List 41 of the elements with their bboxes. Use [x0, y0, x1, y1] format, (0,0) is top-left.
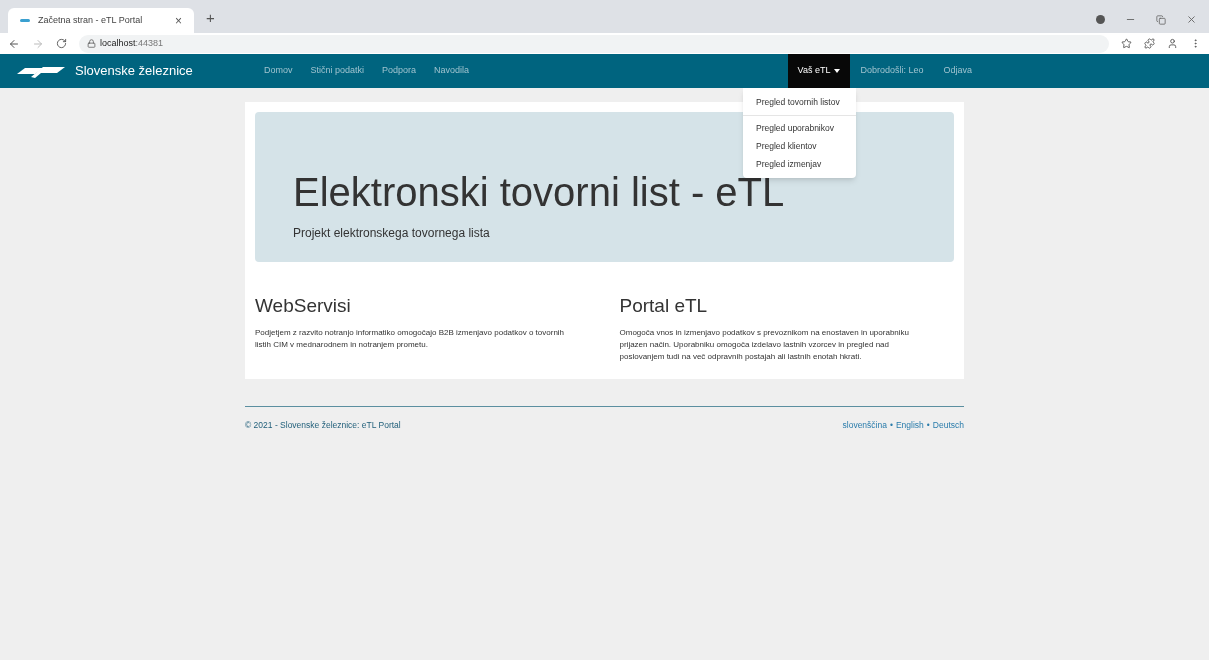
nav-link[interactable]: Domov	[264, 64, 293, 78]
section-heading: Portal eTL	[619, 294, 709, 318]
url-text: localhost:44381	[100, 36, 164, 50]
language-link[interactable]: English	[895, 418, 924, 432]
bookmark-icon[interactable]	[1121, 38, 1132, 49]
copyright-text: © 2021 - Slovenske železnice: eTL Portal	[245, 418, 401, 432]
page-title: Elektronski tovorni list - eTL	[293, 172, 785, 212]
restore-icon[interactable]	[1156, 14, 1166, 25]
nav-link[interactable]: Dobrodošli: Leo	[850, 54, 934, 88]
language-link[interactable]: slovenščina	[842, 418, 887, 432]
dropdown-item[interactable]: Pregled klientov	[743, 137, 856, 156]
nav-link[interactable]: Odjava	[933, 54, 982, 88]
caret-icon	[834, 69, 841, 73]
nav-link[interactable]: Podpora	[382, 64, 417, 78]
section-text: Podjetjem z razvito notranjo informatiko omogočajo B2B izmenjavo podatkov o tovornih listih CIM v mednarodnem in notranjem prometu.	[255, 326, 566, 351]
dropdown-item[interactable]: Pregled uporabnikov	[743, 119, 856, 138]
nav-link[interactable]: Stični podatki	[310, 64, 365, 78]
dropdown-item[interactable]: Pregled izmenjav	[743, 155, 856, 173]
dropdown-item[interactable]: Pregled tovornih listov	[743, 93, 856, 111]
close-icon[interactable]	[1186, 14, 1197, 25]
nav-link[interactable]: Navodila	[434, 64, 470, 78]
brand-name[interactable]: Slovenske železnice	[75, 61, 193, 81]
logo-icon	[17, 64, 67, 78]
reload-icon[interactable]	[56, 38, 67, 49]
address-bar[interactable]: localhost:44381	[79, 34, 1109, 53]
profile-icon[interactable]	[1167, 38, 1178, 49]
new-tab-button[interactable]: +	[206, 6, 215, 29]
separator-dot: •	[926, 418, 930, 432]
page-subtitle: Projekt elektronskega tovornega lista	[293, 225, 490, 242]
tab-favicon-icon	[20, 19, 30, 22]
tab-title: Začetna stran - eTL Portal	[38, 13, 144, 27]
section-heading: WebServisi	[255, 294, 352, 318]
tab-close-button[interactable]: ×	[175, 11, 182, 30]
lock-icon	[87, 39, 96, 48]
dropdown-toggle[interactable]: Vaš eTL	[787, 54, 851, 88]
browser-tab[interactable]: Začetna stran - eTL Portal ×	[8, 8, 194, 33]
section-text: Omogoča vnos in izmenjavo podatkov s prevoznikom na enostaven in uporabniku prijazen način. Uporabniku omogoča izdelavo lastnih vzorcev in pregled nad poslovanjem tudi na več odpravnih postajah ali lastnih enotah hkrati.	[619, 326, 910, 363]
separator-dot: •	[889, 418, 893, 432]
back-icon[interactable]	[8, 37, 20, 50]
extensions-icon[interactable]	[1144, 38, 1155, 49]
language-link[interactable]: Deutsch	[932, 418, 964, 432]
